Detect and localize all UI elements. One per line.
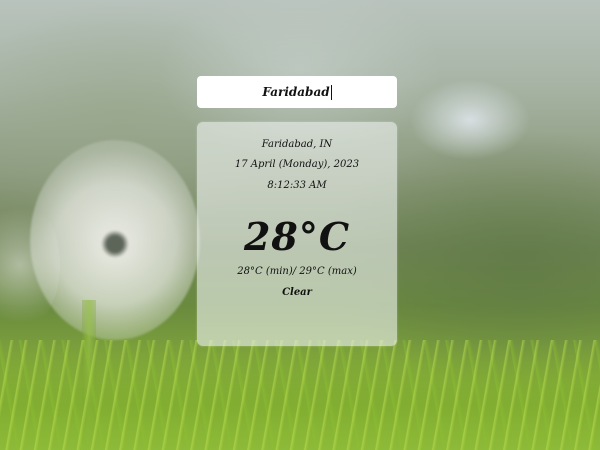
weather-card: Faridabad, IN 17 April (Monday), 2023 8:… xyxy=(197,122,397,346)
location-label: Faridabad, IN xyxy=(261,139,333,150)
date-label: 17 April (Monday), 2023 xyxy=(234,159,360,170)
time-label: 8:12:33 AM xyxy=(267,180,327,191)
city-search-input[interactable]: Faridabad xyxy=(197,76,397,108)
weather-condition: Clear xyxy=(282,287,312,298)
background-grass xyxy=(0,340,600,450)
text-caret xyxy=(330,84,332,100)
background-dandelion xyxy=(30,140,200,340)
city-search-value: Faridabad xyxy=(262,85,330,99)
temperature-value: 28°C xyxy=(243,214,351,259)
min-max-temperature: 28°C (min)/ 29°C (max) xyxy=(237,266,357,277)
